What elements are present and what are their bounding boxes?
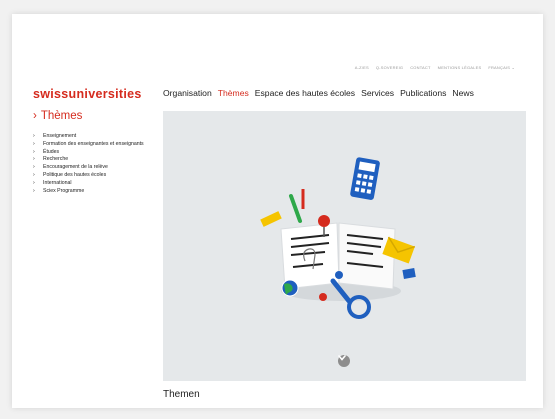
sidebar-item-international[interactable]: › International: [33, 180, 151, 188]
nav-item-publications[interactable]: Publications: [400, 88, 446, 98]
book-illustration: [260, 157, 416, 319]
sidebar-item-young-researchers[interactable]: › Encouragement de la relève: [33, 164, 151, 172]
sidebar-item-label: Enseignement: [43, 133, 77, 139]
sidebar-item-label: Formation des enseignantes et enseignant…: [43, 140, 144, 147]
sidebar-item-label: Sciex Programme: [43, 187, 85, 194]
language-selector[interactable]: FRANÇAIS ⌄: [488, 65, 515, 70]
sidebar-nav: › Enseignement › Formation des enseignante…: [33, 133, 151, 195]
green-pencil-icon: [289, 194, 302, 223]
sidebar-item-label: International: [43, 179, 72, 186]
page-title: Themen: [163, 389, 200, 400]
browser-page: A-Z/ES Q-SOVEREIG CONTACT MENTIONS LÉGAL…: [12, 14, 543, 408]
chevron-right-icon: ›: [33, 133, 35, 139]
main-nav: Organisation Thèmes Espace des hautes éc…: [163, 88, 474, 98]
calculator-icon: [350, 157, 380, 200]
sidebar-item-studies[interactable]: › Études: [33, 149, 151, 157]
section-title: › Thèmes: [33, 110, 82, 122]
nav-item-organisation[interactable]: Organisation: [163, 88, 212, 98]
utility-link-contact[interactable]: CONTACT: [410, 65, 430, 70]
utility-link-az[interactable]: A-Z/ES: [355, 65, 369, 70]
chevron-down-icon: [338, 355, 346, 361]
sidebar-item-teacher-training[interactable]: › Formation des enseignantes et enseignan…: [33, 141, 151, 149]
chevron-right-icon: ›: [33, 140, 35, 147]
section-title-text: Thèmes: [40, 110, 83, 122]
chevron-right-icon: ›: [33, 187, 35, 194]
chevron-right-icon: ›: [33, 110, 37, 122]
hero-illustration: [163, 111, 526, 381]
nav-item-services[interactable]: Services: [361, 88, 394, 98]
book-icon: [280, 222, 396, 290]
cube-icon: [402, 268, 416, 279]
globe-icon: [281, 279, 299, 297]
sidebar-item-sciex[interactable]: › Sciex Programme: [33, 188, 151, 196]
chevron-right-icon: ›: [33, 179, 35, 186]
chevron-right-icon: ›: [33, 171, 35, 178]
sidebar-item-research[interactable]: › Recherche: [33, 156, 151, 164]
nav-item-themes[interactable]: Thèmes: [218, 88, 249, 98]
sidebar-item-label: Encouragement de la relève: [43, 164, 108, 171]
eraser-icon: [260, 211, 282, 227]
sidebar-item-label: Politique des hautes écoles: [43, 171, 107, 178]
chevron-right-icon: ›: [33, 156, 35, 163]
sidebar-item-label: Études: [43, 148, 60, 155]
nav-item-news[interactable]: News: [452, 88, 474, 98]
chevron-right-icon: ›: [33, 164, 35, 171]
chevron-right-icon: ›: [33, 148, 35, 155]
sidebar-item-teaching[interactable]: › Enseignement: [33, 133, 151, 141]
scroll-down-button[interactable]: [338, 355, 350, 367]
logo[interactable]: swissuniversities: [33, 87, 142, 101]
utility-link-legal[interactable]: MENTIONS LÉGALES: [438, 65, 482, 70]
sidebar-item-policy[interactable]: › Politique des hautes écoles: [33, 172, 151, 180]
pin-icon: [318, 215, 330, 227]
utility-link-sovereig[interactable]: Q-SOVEREIG: [376, 65, 403, 70]
sidebar-item-label: Recherche: [43, 156, 69, 163]
utility-nav: A-Z/ES Q-SOVEREIG CONTACT MENTIONS LÉGAL…: [355, 65, 515, 70]
nav-item-higher-education[interactable]: Espace des hautes écoles: [255, 88, 355, 98]
